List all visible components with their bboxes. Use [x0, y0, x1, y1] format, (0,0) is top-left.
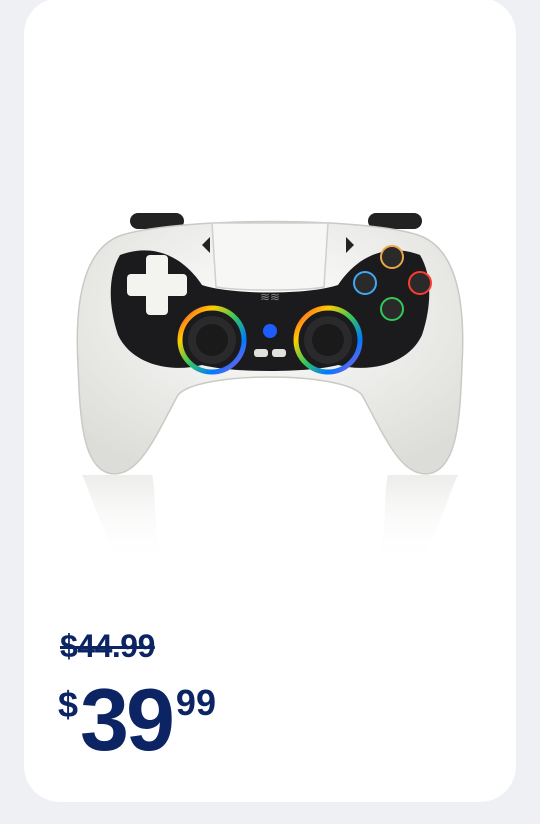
sale-price: $ 39 99: [58, 672, 216, 772]
triangle-button: [380, 245, 404, 269]
original-price: $44.99: [60, 628, 155, 664]
home-button: [263, 324, 277, 338]
sale-price-dollars: 39: [80, 670, 175, 769]
cross-button: [380, 297, 404, 321]
touchpad: [211, 222, 329, 291]
controller-image: ≋≋: [76, 213, 464, 565]
reflection: [82, 475, 162, 565]
circle-button: [408, 271, 432, 295]
sale-price-cents: 99: [175, 682, 216, 723]
square-button: [353, 271, 377, 295]
svg-text:≋≋: ≋≋: [260, 290, 280, 304]
currency-symbol: $: [58, 684, 79, 725]
